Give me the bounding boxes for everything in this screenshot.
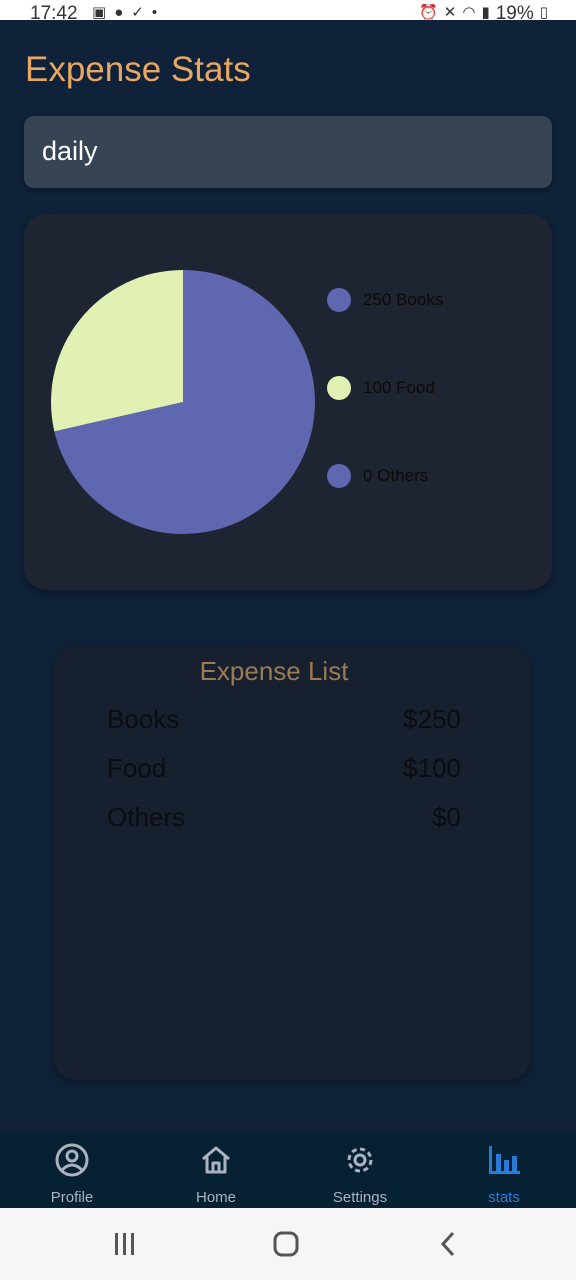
home-icon — [202, 1146, 230, 1174]
expense-list-title: Expense List — [199, 656, 349, 686]
settings-icon — [347, 1147, 373, 1173]
battery-icon: ▯ — [539, 4, 548, 20]
nav-label-stats: stats — [488, 1189, 520, 1206]
check-icon: ✓ — [131, 4, 144, 20]
legend-dot-books — [327, 288, 351, 312]
legend-dot-food — [327, 376, 351, 400]
period-dropdown[interactable]: daily — [24, 116, 552, 188]
alarm-icon: ⏰ — [419, 4, 438, 20]
legend-label-food: 100 Food — [363, 378, 435, 397]
expense-amount: $0 — [432, 802, 461, 832]
app-icon: ● — [114, 4, 124, 20]
image-icon: ▣ — [92, 4, 107, 20]
expense-amount: $250 — [403, 704, 461, 734]
status-time: 17:42 — [30, 4, 78, 20]
period-dropdown-value: daily — [42, 136, 98, 166]
bottom-nav: Profile Home Settings stats — [0, 1132, 576, 1208]
status-bar: 17:42 ▣ ● ✓ • ⏰ ✕ ◠ ▮ 19% ▯ — [0, 0, 576, 20]
system-nav-bar — [0, 1208, 576, 1280]
expense-row: Others $0 — [107, 802, 461, 842]
legend-dot-others — [327, 464, 351, 488]
back-button[interactable] — [436, 1230, 460, 1258]
expense-name: Others — [107, 802, 186, 832]
expense-name: Food — [107, 753, 167, 783]
expense-row: Books $250 — [107, 704, 461, 744]
nav-item-stats[interactable]: stats — [432, 1132, 576, 1208]
mute-icon: ✕ — [443, 4, 457, 20]
home-button[interactable] — [272, 1230, 300, 1258]
expense-name: Books — [107, 704, 180, 734]
battery-text: 19% — [495, 4, 534, 20]
nav-item-settings[interactable]: Settings — [288, 1132, 432, 1208]
pie-chart — [51, 270, 316, 534]
legend-item-food: 100 Food — [327, 376, 547, 400]
legend-label-others: 0 Others — [363, 466, 429, 485]
dot-icon: • — [151, 4, 158, 20]
nav-label-home: Home — [195, 1189, 236, 1206]
nav-item-profile[interactable]: Profile — [0, 1132, 144, 1208]
status-icons-left: ▣ ● ✓ • — [92, 4, 157, 20]
profile-icon — [55, 1143, 89, 1177]
legend-label-books: 250 Books — [363, 290, 444, 309]
expense-row: Food $100 — [107, 753, 461, 793]
expense-amount: $100 — [403, 753, 461, 783]
app-screen: Expense Stats daily 250 Books 100 Food 0… — [0, 20, 576, 1132]
signal-icon: ▮ — [481, 4, 490, 20]
nav-item-home[interactable]: Home — [144, 1132, 288, 1208]
chart-card: 250 Books 100 Food 0 Others — [24, 214, 552, 590]
legend-item-others: 0 Others — [327, 464, 547, 488]
nav-label-profile: Profile — [50, 1189, 94, 1206]
status-icons-right: ⏰ ✕ ◠ ▮ 19% ▯ — [419, 4, 548, 20]
page-title: Expense Stats — [25, 50, 251, 89]
legend-item-books: 250 Books — [327, 288, 547, 312]
stats-icon — [489, 1146, 520, 1174]
recents-button[interactable] — [112, 1230, 138, 1258]
nav-label-settings: Settings — [332, 1189, 388, 1206]
expense-list-card: Expense List Books $250 Food $100 Others… — [54, 646, 530, 1080]
wifi-icon: ◠ — [462, 4, 476, 20]
